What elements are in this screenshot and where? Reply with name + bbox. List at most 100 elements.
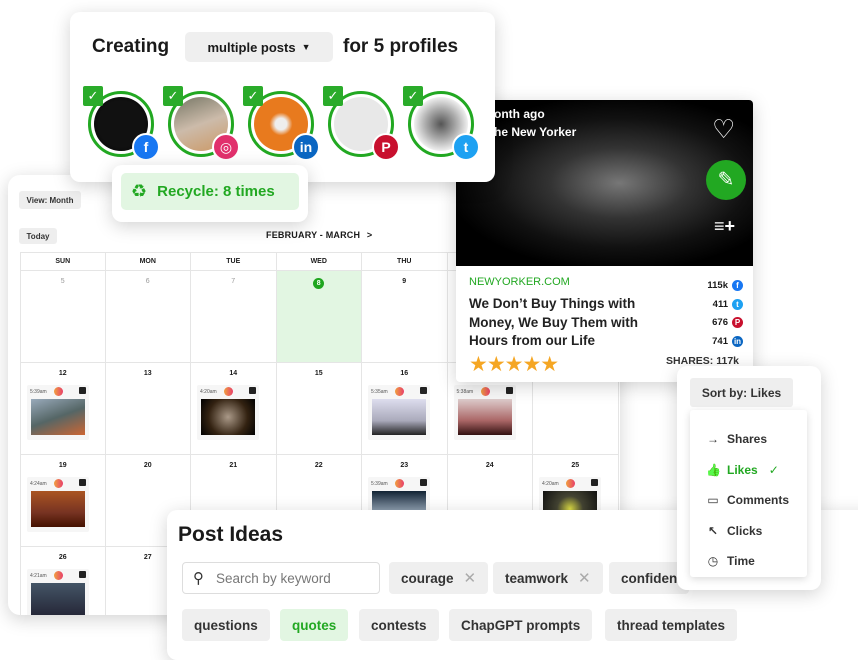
calendar-day-cell[interactable]: 5: [20, 271, 106, 363]
category-chip[interactable]: thread templates: [605, 609, 738, 641]
profile-avatar-linkedin[interactable]: ✓ in: [243, 86, 320, 161]
chevron-right-icon[interactable]: >: [367, 230, 372, 240]
sort-option-time[interactable]: ◷ Time: [690, 546, 807, 577]
scheduled-post[interactable]: 4:21am: [27, 569, 89, 615]
chip-label: contests: [371, 617, 427, 633]
quill-compose-icon[interactable]: ✎: [706, 160, 746, 200]
calendar-day-cell[interactable]: 16 5:35am: [362, 363, 448, 455]
checkmark-icon[interactable]: ✓: [243, 86, 263, 106]
day-number: 12: [58, 370, 67, 377]
post-time: 4:20am: [200, 389, 217, 395]
post-composer-card: Creating multiple posts ▼ for 5 profiles …: [70, 12, 495, 182]
day-header: WED: [276, 253, 362, 271]
sort-option-comments[interactable]: ▭ Comments: [690, 485, 807, 516]
calendar-day-cell[interactable]: 14 4:20am: [191, 363, 277, 455]
search-placeholder: Search by keyword: [216, 570, 331, 586]
sort-option-clicks[interactable]: ↖ Clicks: [690, 516, 807, 547]
chip-label: thread templates: [617, 617, 726, 633]
calendar-day-cell[interactable]: 12 5:39am: [20, 363, 106, 455]
recycle-icon: ♻: [131, 181, 148, 201]
article-card[interactable]: onth ago he New Yorker ♡ ✎ ≡+ NEWYORKER.…: [456, 100, 753, 382]
caret-down-icon: ▼: [301, 42, 311, 52]
article-title[interactable]: We Don’t Buy Things with Money, We Buy T…: [469, 295, 669, 351]
post-thumbnail: [457, 399, 512, 435]
sort-option-label: Comments: [727, 493, 790, 508]
scheduled-post[interactable]: 5:38am: [453, 385, 516, 440]
profile-avatar-facebook[interactable]: ✓ f: [83, 86, 160, 161]
filter-chip[interactable]: courage ✕: [389, 562, 489, 594]
sort-option-label: Shares: [727, 432, 768, 447]
day-number: 14: [229, 370, 238, 377]
check-icon: ✓: [768, 462, 779, 477]
add-to-queue-icon[interactable]: ≡+: [714, 216, 735, 237]
day-number: 19: [58, 462, 67, 469]
post-mode-dropdown[interactable]: multiple posts ▼: [185, 32, 333, 62]
post-mode-value: multiple posts: [207, 39, 296, 55]
checkmark-icon[interactable]: ✓: [163, 86, 183, 106]
day-number: 20: [143, 462, 152, 469]
checkmark-icon[interactable]: ✓: [83, 86, 103, 106]
date-range-label: FEBRUARY - MARCH: [266, 230, 361, 240]
image-icon: [505, 387, 513, 394]
instagram-avatar-icon: [54, 479, 63, 488]
instagram-avatar-icon: [54, 387, 63, 396]
date-range-nav[interactable]: FEBRUARY - MARCH >: [266, 230, 372, 240]
checkmark-icon[interactable]: ✓: [403, 86, 423, 106]
calendar-day-cell[interactable]: 9: [362, 271, 448, 363]
facebook-icon: f: [132, 133, 160, 161]
calendar-day-cell[interactable]: 6: [105, 271, 191, 363]
remove-chip-icon[interactable]: ✕: [578, 569, 591, 587]
arrow-right-icon: →: [707, 432, 719, 447]
chip-label: confiden: [621, 570, 678, 586]
view-month-button[interactable]: View: Month: [19, 191, 81, 209]
scheduled-post[interactable]: 4:20am: [197, 385, 259, 440]
category-chip[interactable]: contests: [359, 609, 439, 641]
sort-option-shares[interactable]: → Shares: [690, 424, 807, 455]
search-input[interactable]: ⚲ Search by keyword: [182, 562, 380, 594]
category-chip[interactable]: questions: [182, 609, 270, 641]
scheduled-post[interactable]: 4:24am: [27, 477, 89, 532]
sort-by-button[interactable]: Sort by: Likes: [690, 378, 793, 407]
day-number: 21: [229, 462, 238, 469]
article-publisher: he New Yorker: [494, 125, 577, 139]
profiles-count-label: for 5 profiles: [343, 36, 459, 57]
instagram-avatar-icon: [566, 479, 575, 488]
sort-option-likes[interactable]: 👍 Likes ✓: [690, 455, 807, 486]
instagram-avatar-icon: [224, 387, 233, 396]
heart-icon[interactable]: ♡: [712, 114, 735, 145]
calendar-day-cell[interactable]: 15: [276, 363, 362, 455]
day-number: 16: [400, 370, 409, 377]
checkmark-icon[interactable]: ✓: [323, 86, 343, 106]
calendar-day-cell[interactable]: 26 4:21am: [20, 547, 106, 615]
post-thumbnail: [31, 491, 85, 527]
cursor-icon: ↖: [707, 523, 719, 538]
facebook-icon: f: [732, 280, 743, 291]
calendar-day-cell[interactable]: 19 4:24am: [20, 455, 106, 547]
today-button[interactable]: Today: [19, 228, 57, 244]
share-count-value: 741: [712, 335, 728, 347]
recycle-button[interactable]: ♻ Recycle: 8 times: [121, 173, 299, 210]
day-number: 9: [402, 278, 407, 285]
profile-avatar-twitter[interactable]: ✓ t: [403, 86, 480, 161]
remove-chip-icon[interactable]: ✕: [464, 569, 477, 587]
day-header: THU: [362, 253, 448, 271]
filter-chip[interactable]: teamwork ✕: [493, 562, 603, 594]
profile-avatar-pinterest[interactable]: ✓ P: [323, 86, 400, 161]
scheduled-post[interactable]: 5:35am: [368, 385, 430, 440]
day-number: 15: [314, 370, 323, 377]
image-icon: [79, 479, 86, 486]
instagram-avatar-icon: [480, 387, 490, 396]
day-number: 6: [145, 278, 150, 285]
creating-label: Creating: [92, 36, 170, 57]
calendar-day-cell[interactable]: 8: [276, 271, 362, 363]
category-chip[interactable]: quotes: [280, 609, 349, 641]
scheduled-post[interactable]: 5:39am: [27, 385, 89, 440]
calendar-day-cell[interactable]: 7: [191, 271, 277, 363]
article-source[interactable]: NEWYORKER.COM: [469, 276, 570, 288]
day-number: 13: [143, 370, 152, 377]
instagram-avatar-icon: [395, 479, 404, 488]
calendar-day-cell[interactable]: 13: [105, 363, 191, 455]
category-chip[interactable]: ChapGPT prompts: [449, 609, 593, 641]
profile-avatar-instagram[interactable]: ✓ ◎: [163, 86, 240, 161]
chip-label: questions: [194, 617, 258, 633]
